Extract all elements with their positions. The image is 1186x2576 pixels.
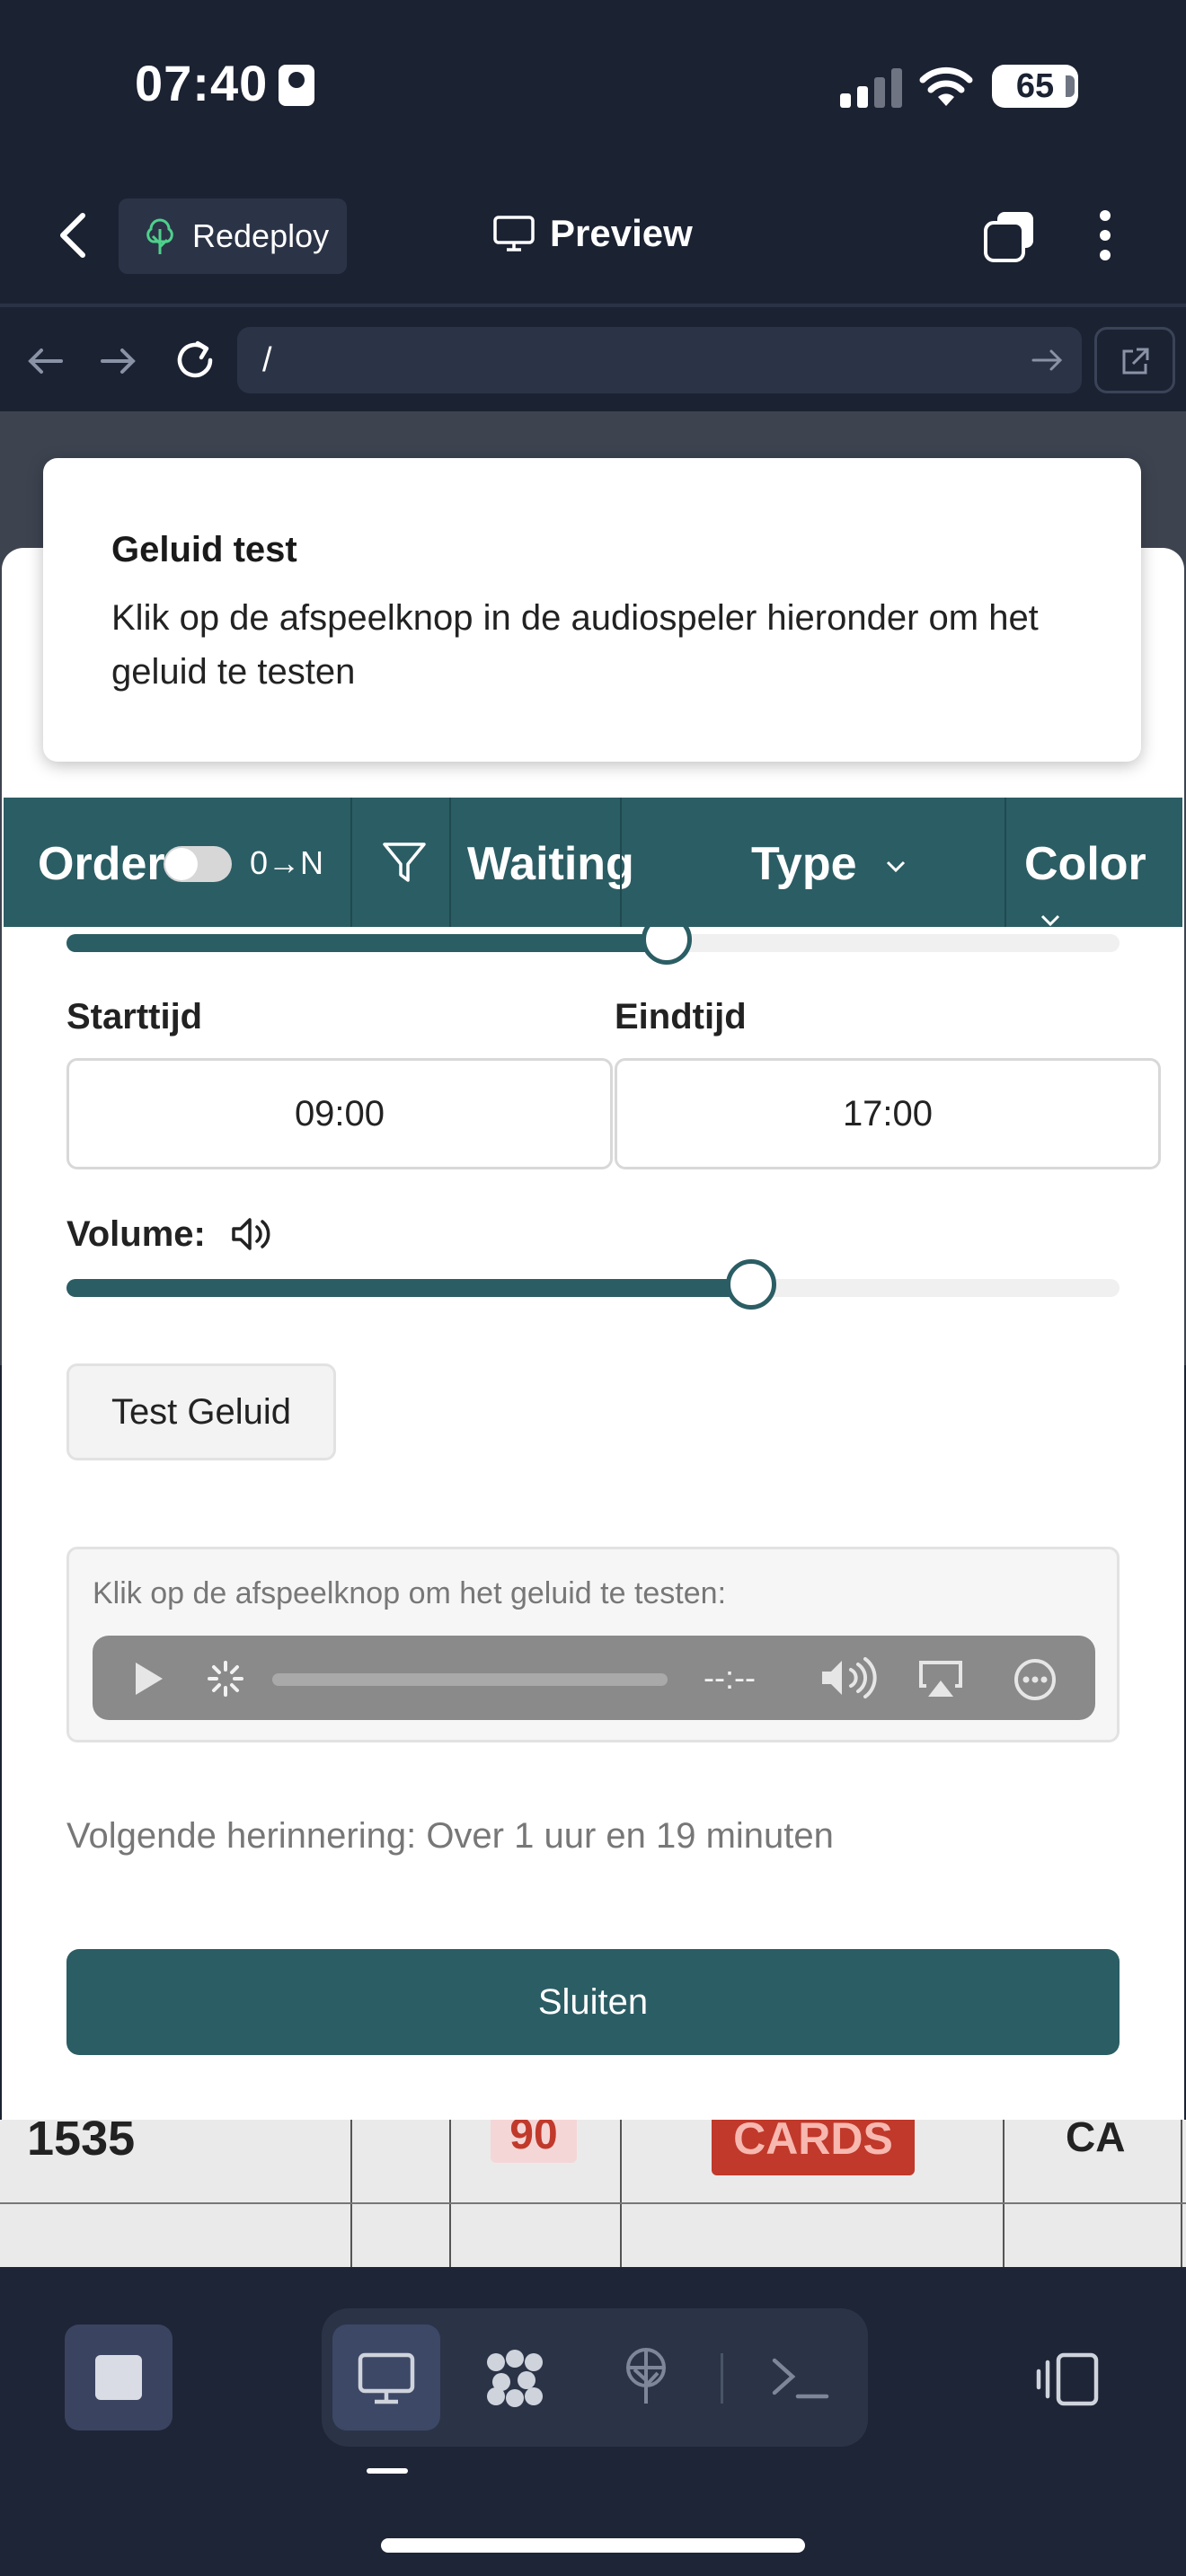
external-link-icon	[1122, 348, 1149, 375]
back-chevron-icon[interactable]	[56, 212, 92, 259]
airplay-icon[interactable]	[917, 1659, 964, 1698]
header-divider	[350, 798, 352, 927]
more-options-icon[interactable]	[1013, 1657, 1058, 1702]
chevron-down-icon	[1040, 915, 1060, 927]
audio-time: --:--	[704, 1659, 756, 1696]
reload-icon[interactable]	[173, 338, 217, 383]
volume-slider-fill	[66, 1279, 751, 1297]
side-panel-icon[interactable]	[1035, 2351, 1100, 2407]
open-external-button[interactable]	[1094, 327, 1175, 393]
nav-divider	[0, 304, 1186, 307]
order-header[interactable]: Order	[38, 837, 165, 891]
end-time-input[interactable]: 17:00	[615, 1058, 1161, 1169]
test-sound-button[interactable]: Test Geluid	[66, 1363, 336, 1460]
settings-modal	[2, 548, 1184, 2120]
header-divider	[620, 798, 622, 927]
url-text[interactable]: /	[262, 341, 272, 380]
cellular-signal-icon	[840, 68, 902, 108]
end-time-label: Eindtijd	[615, 997, 747, 1037]
audio-volume-icon[interactable]	[819, 1657, 881, 1698]
volume-slider-thumb[interactable]	[725, 1259, 776, 1310]
terminal-icon[interactable]	[769, 2346, 832, 2409]
color-header-label: Color	[1024, 838, 1146, 890]
speaker-icon	[232, 1218, 270, 1250]
color-header[interactable]: Color	[1024, 837, 1182, 945]
active-tab-indicator	[367, 2468, 408, 2474]
time-slider-fill	[66, 934, 668, 952]
contact-card-icon	[279, 65, 314, 106]
play-icon[interactable]	[132, 1661, 164, 1697]
sound-test-toast: Geluid test Klik op de afspeelknop in de…	[43, 458, 1141, 762]
audio-test-panel: Klik op de afspeelknop om het geluid te …	[66, 1547, 1120, 1742]
header-divider	[449, 798, 451, 927]
volume-slider[interactable]	[66, 1259, 1120, 1310]
audio-player[interactable]: --:--	[93, 1636, 1095, 1720]
audio-progress-bar[interactable]	[272, 1673, 668, 1686]
chevron-down-icon	[886, 861, 906, 873]
toast-message: Klik op de afspeelknop in de audiospeler…	[111, 598, 1039, 692]
battery-cap	[1066, 75, 1075, 97]
type-header-label: Type	[751, 838, 857, 890]
next-reminder-text: Volgende herinnering: Over 1 uur en 19 m…	[66, 1816, 834, 1856]
url-bar[interactable]	[237, 327, 1082, 393]
monitor-icon	[493, 216, 535, 251]
dock-divider	[721, 2353, 723, 2404]
dock-tab-workspace-icon[interactable]	[483, 2346, 546, 2409]
waiting-header[interactable]: Waiting	[467, 837, 634, 891]
preview-label: Preview	[550, 212, 693, 254]
deploy-tree-icon	[146, 218, 173, 254]
stop-button[interactable]	[65, 2325, 173, 2430]
volume-label: Volume:	[66, 1214, 206, 1254]
home-indicator[interactable]	[381, 2538, 805, 2553]
dock-tab-deploy-icon[interactable]	[615, 2344, 677, 2407]
table-header-toolbar: Order 0→N Waiting Type Color	[4, 798, 1182, 927]
status-time: 07:40	[135, 55, 269, 111]
tabs-icon[interactable]	[983, 210, 1035, 262]
background-row-divider	[0, 2202, 1186, 2204]
monitor-icon	[358, 2352, 415, 2404]
order-direction-label: 0→N	[250, 844, 324, 881]
start-time-input[interactable]: 09:00	[66, 1058, 613, 1169]
browser-back-icon[interactable]	[25, 341, 65, 381]
redeploy-button[interactable]: Redeploy	[119, 198, 347, 274]
wifi-icon	[919, 66, 973, 106]
background-table-row	[0, 2120, 1186, 2267]
type-header[interactable]: Type	[751, 837, 906, 891]
redeploy-label: Redeploy	[192, 217, 330, 254]
order-toggle[interactable]	[164, 846, 232, 882]
preview-title: Preview	[492, 212, 693, 255]
toast-title: Geluid test	[111, 530, 297, 569]
header-divider	[1005, 798, 1006, 927]
close-button[interactable]: Sluiten	[66, 1949, 1120, 2055]
start-time-label: Starttijd	[66, 997, 203, 1037]
go-arrow-icon[interactable]	[1031, 347, 1064, 374]
more-vertical-icon[interactable]	[1094, 208, 1116, 262]
loading-spinner-icon	[208, 1661, 243, 1697]
background-color-value: CA	[1066, 2113, 1126, 2160]
time-range-slider[interactable]	[66, 914, 1120, 965]
filter-icon[interactable]	[381, 839, 428, 886]
browser-forward-icon[interactable]	[99, 341, 138, 381]
audio-hint-text: Klik op de afspeelknop om het geluid te …	[93, 1576, 727, 1610]
